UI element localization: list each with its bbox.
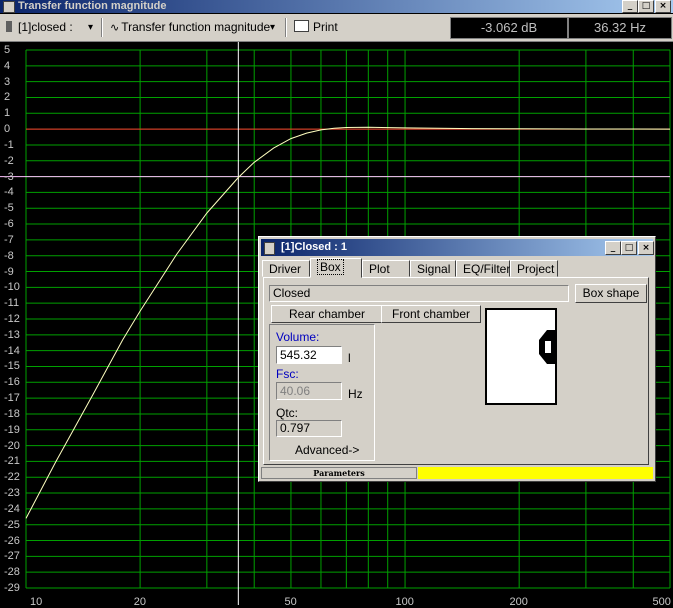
y-tick-label: -8 — [4, 249, 14, 262]
y-tick-label: -25 — [4, 518, 20, 531]
minimize-button[interactable]: _ — [622, 0, 638, 13]
advanced-button[interactable]: Advanced-> — [295, 443, 359, 457]
y-tick-label: -12 — [4, 313, 20, 325]
x-tick-label: 200 — [509, 596, 528, 608]
y-tick-label: -4 — [4, 186, 14, 199]
dialog-title: [1]Closed : 1 — [281, 241, 348, 253]
dialog-title-bar: [1]Closed : 1 _ □ × — [261, 239, 654, 256]
y-tick-label: 0 — [4, 123, 11, 136]
maximize-button[interactable]: □ — [638, 0, 654, 13]
fsc-field: 40.06 — [276, 382, 342, 400]
y-tick-label: -22 — [4, 471, 20, 484]
rear-chamber-button[interactable]: Rear chamber — [271, 305, 383, 323]
x-tick-label: 50 — [284, 596, 297, 608]
y-tick-label: 2 — [4, 91, 11, 104]
y-tick-label: -18 — [4, 407, 20, 420]
y-tick-label: -9 — [4, 265, 14, 278]
x-tick-label: 20 — [133, 596, 146, 608]
box-dialog: [1]Closed : 1 _ □ × Driver Box Plot Sign… — [258, 236, 656, 482]
box-diagram — [485, 308, 557, 405]
print-button[interactable]: Print — [294, 17, 338, 38]
volume-unit: l — [348, 351, 351, 365]
toolbar: [1]closed : ▾ ∿ Transfer function magnitu… — [0, 14, 673, 42]
graph-type-dropdown[interactable]: ∿ Transfer function magnitude ▾ — [110, 17, 282, 38]
y-tick-label: -26 — [4, 534, 20, 547]
print-label: Print — [313, 20, 338, 34]
x-tick-label: 100 — [395, 596, 414, 608]
status-highlight — [418, 467, 653, 479]
tab-project[interactable]: Project — [510, 260, 558, 277]
project-dropdown[interactable]: [1]closed : ▾ — [6, 17, 98, 38]
y-tick-label: -20 — [4, 439, 20, 452]
tab-driver[interactable]: Driver — [262, 260, 310, 277]
y-tick-label: 3 — [4, 75, 11, 88]
y-tick-label: -21 — [4, 455, 20, 468]
y-tick-label: -29 — [4, 582, 20, 594]
y-tick-label: -15 — [4, 360, 20, 373]
dialog-minimize-button[interactable]: _ — [605, 241, 621, 255]
y-tick-label: -2 — [4, 154, 14, 167]
dialog-close-button[interactable]: × — [638, 241, 654, 255]
box-type-field: Closed — [269, 285, 569, 302]
window-title: Transfer function magnitude — [18, 0, 167, 12]
y-tick-label: -16 — [4, 376, 20, 389]
x-tick-label: 500 — [652, 596, 671, 608]
y-tick-label: -27 — [4, 550, 20, 563]
volume-input[interactable]: 545.32 — [276, 346, 342, 364]
frequency-readout: 36.32 Hz — [568, 17, 672, 39]
tab-signal[interactable]: Signal — [410, 260, 456, 277]
tab-eq-filter[interactable]: EQ/Filter — [456, 260, 510, 277]
fsc-label: Fsc: — [276, 367, 299, 381]
qtc-field: 0.797 — [276, 420, 342, 437]
waveform-icon: ∿ — [110, 22, 120, 34]
y-tick-label: -6 — [4, 218, 14, 231]
db-readout: -3.062 dB — [450, 17, 568, 39]
x-tick-label: 10 — [30, 596, 43, 608]
y-tick-label: -24 — [4, 502, 20, 515]
chevron-down-icon: ▾ — [270, 22, 276, 33]
speaker-driver-icon — [539, 330, 555, 364]
printer-icon — [294, 20, 309, 32]
y-tick-label: -11 — [4, 297, 20, 310]
tab-box-label: Box — [317, 259, 344, 275]
y-tick-label: 5 — [4, 44, 11, 56]
y-tick-label: -14 — [4, 344, 20, 357]
y-tick-label: -5 — [4, 202, 14, 215]
volume-label: Volume: — [276, 330, 320, 344]
parameters-group: Volume: 545.32 l Fsc: 40.06 Hz Qtc: 0.79… — [269, 324, 375, 461]
y-tick-label: -28 — [4, 566, 20, 579]
graph-type-label: Transfer function magnitude — [121, 20, 271, 34]
project-dropdown-label: [1]closed : — [18, 20, 73, 34]
speaker-icon — [264, 242, 275, 255]
status-parameters: Parameters — [261, 467, 417, 479]
close-button[interactable]: × — [655, 0, 671, 13]
y-tick-label: -17 — [4, 392, 20, 405]
box-shape-button[interactable]: Box shape — [575, 284, 647, 303]
status-bar: Parameters — [261, 467, 653, 479]
y-tick-label: -13 — [4, 328, 20, 341]
front-chamber-button[interactable]: Front chamber — [381, 305, 481, 323]
y-tick-label: -7 — [4, 233, 14, 246]
y-tick-label: -3 — [4, 170, 14, 183]
y-tick-label: -19 — [4, 423, 20, 436]
tab-box[interactable]: Box — [310, 258, 362, 278]
y-tick-label: -10 — [4, 281, 20, 294]
app-icon — [3, 1, 15, 13]
chevron-down-icon: ▾ — [88, 22, 94, 33]
y-tick-label: 1 — [4, 107, 11, 120]
y-tick-label: -1 — [4, 138, 14, 151]
dialog-maximize-button[interactable]: □ — [621, 241, 637, 255]
toolbar-separator — [285, 18, 287, 37]
toolbar-separator — [101, 18, 103, 37]
window-title-bar: Transfer function magnitude _ □ × — [0, 0, 673, 13]
box-tab-page: Closed Box shape Rear chamber Front cham… — [263, 277, 649, 465]
qtc-label: Qtc: — [276, 406, 299, 420]
tab-plot[interactable]: Plot — [362, 260, 410, 277]
fsc-unit: Hz — [348, 387, 363, 401]
y-tick-label: -23 — [4, 487, 20, 500]
y-tick-label: 4 — [4, 59, 11, 72]
speaker-icon — [6, 21, 12, 32]
